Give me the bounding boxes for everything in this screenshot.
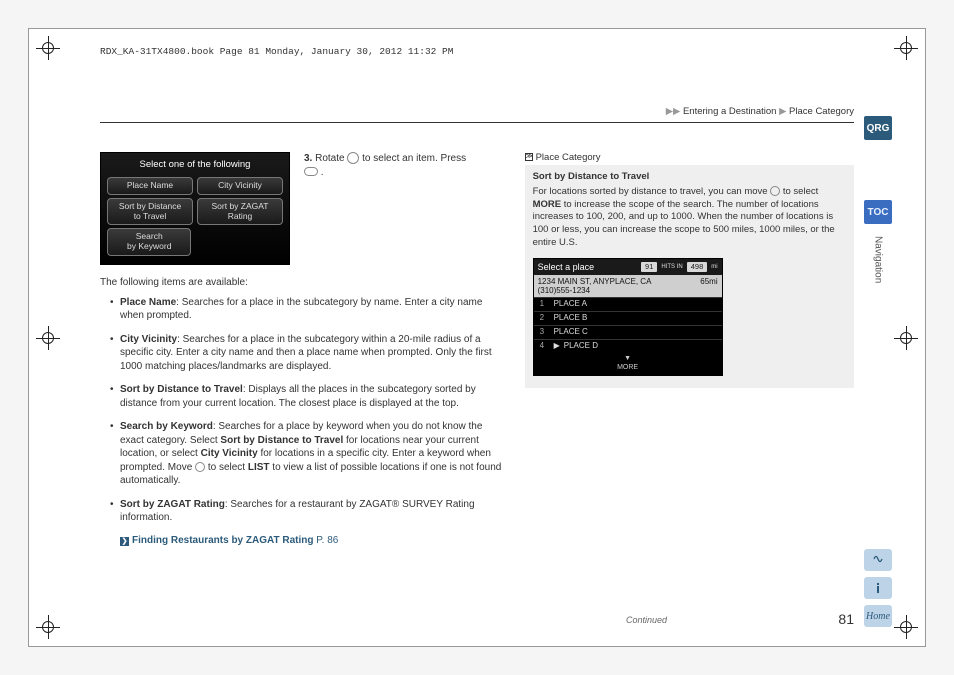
screenshot-button: Sort by ZAGAT Rating [197,198,283,226]
table-row: 3PLACE C [534,325,722,339]
item-list: Place Name: Searches for a place in the … [100,296,503,535]
list-item: City Vicinity: Searches for a place in t… [110,333,503,374]
list-item: Search by Keyword: Searches for a place … [110,420,503,488]
list-item: Place Name: Searches for a place in the … [110,296,503,323]
screenshot-button: Sort by Distance to Travel [107,198,193,226]
page-content: RDX_KA-31TX4800.book Page 81 Monday, Jan… [100,70,854,623]
breadcrumb-seg: Entering a Destination [683,106,776,117]
cropmark-icon [894,615,918,639]
right-column: Place Category Sort by Distance to Trave… [525,152,854,613]
info-icon[interactable] [864,577,892,599]
left-column: Select one of the following Place Name C… [100,152,503,613]
page-number: 81 [838,611,854,627]
screenshot-more: ▼ MORE [534,353,722,376]
note-heading: Place Category [525,152,854,165]
tab-qrg[interactable]: QRG [864,116,892,140]
cross-reference-link[interactable]: ❯Finding Restaurants by ZAGAT Rating P. … [120,535,503,546]
tab-toc[interactable]: TOC [864,200,892,224]
table-row: 1PLACE A [534,297,722,311]
voice-icon[interactable] [864,549,892,571]
table-row: 4▶ PLACE D [534,339,722,353]
intro-text: The following items are available: [100,277,503,288]
cropmark-icon [36,36,60,60]
list-item: Sort by Distance to Travel: Displays all… [110,383,503,410]
screenshot-button: Place Name [107,177,193,195]
screenshot-title: Select one of the following [107,157,283,174]
breadcrumb-seg: Place Category [789,106,854,117]
screenshot-title: Select a place [538,261,637,273]
move-dial-icon [770,186,780,196]
link-marker-icon: ❯ [120,537,129,546]
note-title: Sort by Distance to Travel [533,171,846,184]
header-rule [100,122,854,123]
breadcrumb: ▶▶ Entering a Destination ▶ Place Catego… [666,106,854,117]
home-icon[interactable]: Home [864,605,892,627]
side-icon-strip: Home [864,549,892,627]
screenshot-address: 1234 MAIN ST, ANYPLACE, CA (310)555-1234… [534,275,722,297]
hits-label: HITS IN [661,263,682,271]
note-marker-icon [525,153,533,161]
table-row: 2PLACE B [534,311,722,325]
cropmark-icon [36,326,60,350]
nav-screenshot-list: Select a place 91 HITS IN 498 mi 1234 MA… [533,258,723,377]
miles-unit: mi [711,263,717,271]
note-box: Sort by Distance to Travel For locations… [525,165,854,388]
hits-count: 91 [641,262,657,272]
screenshot-button: Search by Keyword [107,228,191,256]
distance-value: 65mi [700,277,717,286]
miles-count: 498 [687,262,708,272]
nav-screenshot-select: Select one of the following Place Name C… [100,152,290,265]
list-item: Sort by ZAGAT Rating: Searches for a res… [110,498,503,525]
cropmark-icon [36,615,60,639]
cropmark-icon [894,326,918,350]
continued-label: Continued [626,615,667,625]
cropmark-icon [894,36,918,60]
breadcrumb-sep: ▶ [779,106,786,117]
side-tabs: QRG TOC Navigation [864,116,892,283]
move-dial-icon [195,462,205,472]
print-header-stamp: RDX_KA-31TX4800.book Page 81 Monday, Jan… [100,46,453,57]
screenshot-button: City Vicinity [197,177,283,195]
section-label: Navigation [873,236,884,283]
breadcrumb-arrows: ▶▶ [666,106,681,117]
